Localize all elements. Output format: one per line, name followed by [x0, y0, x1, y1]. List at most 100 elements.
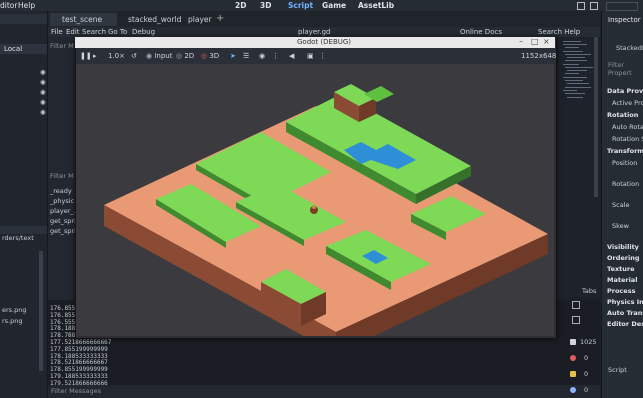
inspector-section[interactable]: Editor Desc	[607, 320, 643, 329]
zoom-level[interactable]: 1.0×	[108, 51, 125, 61]
inspector-property[interactable]: Auto Rotate	[612, 123, 643, 132]
menu-help[interactable]: Help	[18, 0, 35, 11]
menu-goto[interactable]: Go To	[108, 27, 127, 37]
mode-assetlib[interactable]: AssetLib	[358, 0, 394, 11]
input-label: Input	[154, 52, 173, 60]
error-count: 0	[584, 354, 589, 362]
inspector-section[interactable]: Auto Transl	[607, 309, 643, 318]
output-tool-icons	[566, 296, 598, 334]
error-icon[interactable]	[570, 355, 576, 361]
clear-output-icon[interactable]	[572, 301, 580, 309]
mode-2d-button[interactable]: ◎ 2D	[176, 51, 194, 61]
visibility-eye-icon[interactable]: ◉	[40, 108, 47, 116]
inspector-section[interactable]: Visibility	[607, 243, 639, 252]
inspector-section[interactable]: Ordering	[607, 254, 640, 263]
filesystem-path: rders/text	[2, 234, 34, 242]
mode-script[interactable]: Script	[288, 0, 313, 11]
inspector-property[interactable]: Skew	[612, 222, 629, 231]
game-viewport[interactable]	[76, 64, 554, 336]
menu-file[interactable]: File	[51, 27, 63, 37]
list-select-icon[interactable]: ☰	[243, 51, 249, 61]
inspector-property[interactable]: Rotation Sp	[612, 135, 643, 144]
log-icon[interactable]	[570, 339, 576, 345]
minimize-icon[interactable]: –	[519, 37, 523, 46]
game-window-titlebar: Godot (DEBUG) – □ ×	[75, 37, 555, 48]
left-dock: Local ◉ ◉ ◉ ◉ ◉ rders/text ers.png rs.pn…	[0, 11, 48, 398]
menu-edit[interactable]: Edit	[66, 27, 80, 37]
input-toggle-button[interactable]: ◉ Input	[146, 51, 172, 61]
script-filter[interactable]: Filter M	[50, 42, 74, 50]
menu-debug[interactable]: Debug	[132, 27, 155, 37]
step-icon[interactable]: ▸	[93, 51, 97, 61]
reset-icon[interactable]: ↺	[131, 51, 137, 61]
method-item[interactable]: _ready	[50, 187, 72, 195]
method-item[interactable]: get_spri	[50, 217, 76, 225]
filesystem-scrollbar[interactable]	[39, 251, 43, 371]
pause-icon[interactable]: ❚❚	[80, 51, 92, 61]
top-menubar: ditor Help 2D 3D Script Game AssetLib	[0, 0, 643, 11]
inspector-property[interactable]: Rotation	[612, 180, 639, 189]
filesystem-local-tab[interactable]: Local	[0, 44, 47, 54]
renderer-select[interactable]	[606, 2, 638, 11]
menu-editor[interactable]: ditor	[0, 0, 17, 11]
tab-test-scene[interactable]: test_scene	[50, 13, 117, 26]
inspector-section[interactable]: Physics Inte	[607, 298, 643, 307]
copy-output-icon[interactable]	[572, 316, 580, 324]
more-options-icon[interactable]: ⋮	[272, 51, 279, 61]
script-menubar: File Edit Search Go To Debug player.gd O…	[48, 27, 600, 37]
add-tab-icon[interactable]: +	[216, 13, 224, 25]
mode-2d[interactable]: 2D	[235, 0, 246, 11]
inspector-section[interactable]: Process	[607, 287, 635, 296]
inspector-property[interactable]: Position	[612, 159, 637, 168]
code-minimap[interactable]	[555, 37, 600, 297]
warning-icon[interactable]	[570, 371, 576, 377]
camera-options-icon[interactable]: ⋮	[319, 51, 326, 61]
select-arrow-icon[interactable]: ➤	[230, 51, 236, 61]
visibility-eye-icon[interactable]: ◉	[40, 78, 47, 86]
inspector-property[interactable]: Scale	[612, 201, 630, 210]
visibility-eye-icon[interactable]: ◉	[40, 98, 47, 106]
player-head	[312, 205, 316, 209]
filesystem-header	[0, 226, 47, 234]
mode-3d-button[interactable]: ◎ 3D	[201, 51, 219, 61]
isometric-world	[104, 84, 548, 336]
mode-game[interactable]: Game	[322, 0, 346, 11]
output-filter-bar: Filter Messages	[48, 385, 600, 398]
mode-3d[interactable]: 3D	[260, 0, 271, 11]
log-count: 1025	[580, 338, 597, 346]
audio-icon[interactable]: ◀	[289, 51, 294, 61]
run-icon[interactable]	[577, 2, 585, 10]
mode-2d-label: 2D	[184, 52, 195, 60]
inspector-section[interactable]: Transform	[607, 147, 643, 156]
mode-3d-label: 3D	[209, 52, 220, 60]
inspector-section[interactable]: Data Provider	[607, 87, 643, 96]
tabs-button[interactable]: Tabs	[582, 287, 596, 295]
inspector-section[interactable]: Texture	[607, 265, 635, 274]
info-icon[interactable]	[570, 387, 576, 393]
camera-icon[interactable]: ▣	[307, 51, 314, 61]
stop-icon[interactable]	[590, 2, 598, 10]
inspector-filter-input[interactable]: Filter Propert	[608, 61, 643, 77]
game-resolution: 1152x648	[521, 52, 557, 60]
scene-tabs: test_scene stacked_world player +	[48, 11, 600, 27]
inspector-section[interactable]: Material	[607, 276, 637, 285]
methods-filter[interactable]: Filter M	[50, 172, 74, 180]
inspector-property[interactable]: Active Prov	[612, 99, 643, 108]
info-count: 0	[584, 386, 589, 394]
output-filter-input[interactable]: Filter Messages	[51, 387, 101, 395]
tab-stacked-world[interactable]: stacked_world	[116, 13, 184, 26]
visibility-icon[interactable]: ◉	[259, 51, 265, 61]
game-toolbar: ❚❚ ▸ 1.0× ↺ ◉ Input ◎ 2D ◎ 3D ➤ ☰ ◉ ⋮ ◀ …	[76, 48, 557, 64]
method-item[interactable]: get_spri	[50, 227, 76, 235]
search-help-button[interactable]: Search Help	[538, 27, 580, 37]
inspector-section[interactable]: Rotation	[607, 111, 638, 120]
code-scrollbar[interactable]	[594, 37, 598, 197]
visibility-eye-icon[interactable]: ◉	[40, 68, 47, 76]
close-icon[interactable]: ×	[543, 37, 550, 46]
visibility-eye-icon[interactable]: ◉	[40, 88, 47, 96]
warning-count: 0	[584, 370, 589, 378]
menu-search[interactable]: Search	[82, 27, 106, 37]
online-docs-button[interactable]: Online Docs	[460, 27, 502, 37]
maximize-icon[interactable]: □	[531, 37, 539, 46]
method-item[interactable]: _physic	[50, 197, 74, 205]
